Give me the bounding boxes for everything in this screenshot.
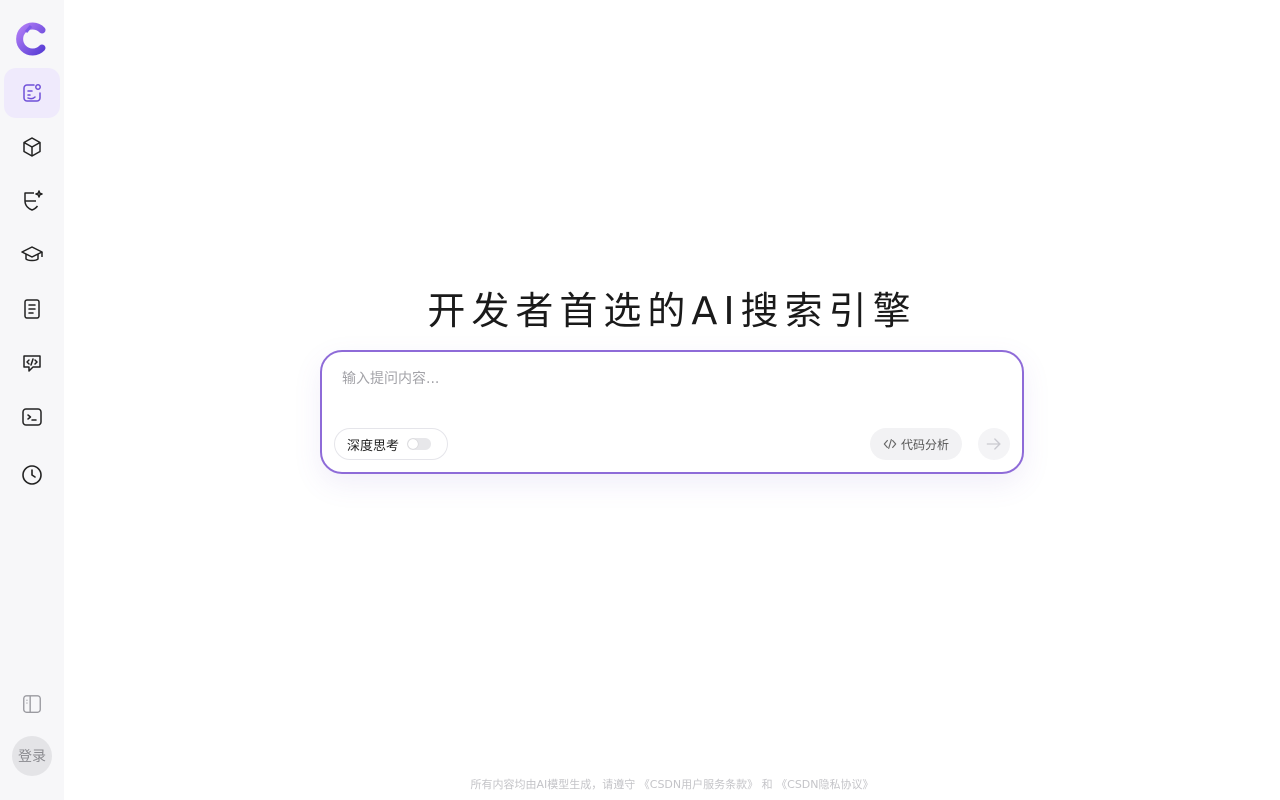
privacy-link[interactable]: 《CSDN隐私协议》 — [776, 778, 873, 791]
terms-link[interactable]: 《CSDN用户服务条款》 — [639, 778, 758, 791]
footer-disclaimer: 所有内容均由AI模型生成，请遵守 《CSDN用户服务条款》 和 《CSDN隐私协… — [64, 776, 1280, 792]
sidebar-item-ai-chat[interactable] — [4, 68, 60, 118]
csdn-logo-icon[interactable] — [14, 22, 48, 56]
sidebar-item-sparkle-shield[interactable] — [4, 176, 60, 226]
toggle-sidebar-button[interactable] — [18, 690, 46, 718]
page-title: 开发者首选的AI搜索引擎 — [427, 289, 917, 333]
footer-prefix: 所有内容均由AI模型生成，请遵守 — [470, 778, 636, 791]
sidebar-item-learning[interactable] — [4, 230, 60, 280]
code-analysis-label: 代码分析 — [900, 437, 949, 452]
ai-chat-icon — [23, 84, 41, 102]
sidebar-item-cube[interactable] — [4, 122, 60, 172]
search-box: 深度思考 代码分析 — [320, 350, 1024, 474]
login-button[interactable]: 登录 — [12, 736, 52, 776]
code-chat-icon — [23, 355, 41, 372]
terminal-icon — [22, 408, 42, 426]
code-analysis-button[interactable]: 代码分析 — [870, 428, 962, 460]
sidebar-item-code-chat[interactable] — [4, 338, 60, 388]
search-input[interactable] — [340, 366, 1000, 392]
deep-think-label: 深度思考 — [347, 438, 400, 454]
sparkle-shield-icon — [24, 190, 43, 211]
code-icon — [883, 439, 897, 449]
history-clock-icon — [22, 465, 42, 485]
document-icon — [24, 299, 40, 319]
footer-connector: 和 — [761, 778, 773, 791]
cube-icon — [23, 137, 41, 157]
send-button[interactable] — [978, 428, 1010, 460]
sidebar: 登录 — [0, 0, 64, 800]
sidebar-item-document[interactable] — [4, 284, 60, 334]
graduation-cap-icon — [21, 246, 43, 262]
sidebar-panel-icon — [23, 695, 41, 713]
deep-think-toggle[interactable]: 深度思考 — [334, 428, 448, 460]
arrow-right-icon — [986, 438, 1001, 450]
sidebar-item-terminal[interactable] — [4, 392, 60, 442]
deep-think-switch[interactable] — [407, 438, 432, 450]
sidebar-item-history[interactable] — [4, 450, 60, 500]
